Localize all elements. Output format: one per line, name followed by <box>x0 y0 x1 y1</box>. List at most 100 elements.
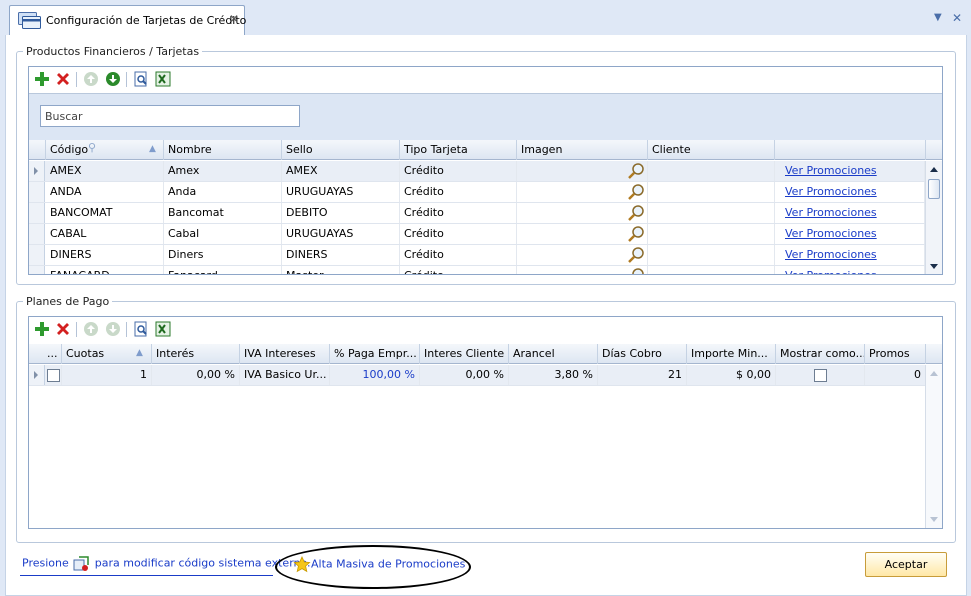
row-select-checkbox[interactable] <box>47 368 60 382</box>
ver-promociones-link[interactable]: Ver Promociones <box>775 245 925 265</box>
tab-configuracion-tarjetas[interactable]: Configuración de Tarjetas de Crédito ✕ <box>9 5 246 36</box>
table-row[interactable]: FANACARDFanacardMasterCrédito Ver Promoci… <box>29 266 925 275</box>
up-icon[interactable] <box>83 71 99 87</box>
cell-nombre[interactable]: Cabal <box>164 224 282 244</box>
plus-icon[interactable] <box>34 71 50 87</box>
delete-icon[interactable] <box>55 71 71 87</box>
search-input[interactable] <box>40 105 300 127</box>
cell-tipo-tarjeta[interactable]: Crédito <box>400 203 517 223</box>
cell-nombre[interactable]: Bancomat <box>164 203 282 223</box>
excel-export-icon[interactable] <box>155 71 171 87</box>
magnifier-icon[interactable] <box>627 183 645 201</box>
table-row[interactable]: BANCOMAT Bancomat DEBITO Crédito Ver Promoci… <box>29 203 925 224</box>
ver-promociones-link[interactable]: Ver Promociones <box>775 224 925 244</box>
alta-masiva-link[interactable]: Alta Masiva de Promociones <box>293 556 465 573</box>
header-sello[interactable]: Sello <box>282 140 400 160</box>
delete-icon[interactable] <box>55 321 71 337</box>
cell-cuotas[interactable]: 1 <box>62 365 152 385</box>
cell-nombre[interactable]: Amex <box>164 161 282 181</box>
header-nombre[interactable]: Nombre <box>164 140 282 160</box>
cell-sello[interactable]: URUGUAYAS <box>282 182 400 202</box>
ver-promociones-link[interactable]: Ver Promociones <box>775 266 925 274</box>
magnifier-icon[interactable] <box>627 204 645 222</box>
cell-codigo[interactable]: DINERS <box>46 245 164 265</box>
ver-promociones-link[interactable]: Ver Promociones <box>775 161 925 181</box>
header-promos[interactable]: Promos <box>865 344 926 364</box>
cell-sello[interactable]: URUGUAYAS <box>282 224 400 244</box>
chevron-down-icon[interactable]: ▼ <box>934 12 942 23</box>
cell-interes-cliente[interactable]: 0,00 % <box>420 365 509 385</box>
ver-promociones-link[interactable]: Ver Promociones <box>775 182 925 202</box>
scroll-up-icon[interactable] <box>930 371 938 376</box>
header-select[interactable]: ... <box>29 344 62 364</box>
header-promociones[interactable] <box>775 140 926 160</box>
scroll-up-icon[interactable] <box>930 167 938 172</box>
header-codigo[interactable]: Código ⚲ ▲ <box>46 140 164 160</box>
scroll-down-icon[interactable] <box>930 517 938 522</box>
cell-tipo-tarjeta[interactable]: Crédito <box>400 182 517 202</box>
cell-nombre[interactable]: Fanacard <box>164 266 282 274</box>
cell-codigo[interactable]: ANDA <box>46 182 164 202</box>
table-row[interactable]: ANDA Anda URUGUAYAS Crédito Ver Promociones <box>29 182 925 203</box>
close-icon[interactable]: ✕ <box>229 12 239 26</box>
ver-promociones-link[interactable]: Ver Promociones <box>775 203 925 223</box>
header-mostrar-como[interactable]: Mostrar como... <box>776 344 865 364</box>
cell-cliente[interactable] <box>648 224 775 244</box>
header-iva-intereses[interactable]: IVA Intereses <box>240 344 330 364</box>
cell-nombre[interactable]: Diners <box>164 245 282 265</box>
header-importe-minimo[interactable]: Importe Min... <box>687 344 776 364</box>
excel-export-icon[interactable] <box>155 321 171 337</box>
up-icon[interactable] <box>83 321 99 337</box>
cell-cliente[interactable] <box>648 266 775 274</box>
down-icon[interactable] <box>105 321 121 337</box>
cell-codigo[interactable]: AMEX <box>46 161 164 181</box>
down-icon[interactable] <box>105 71 121 87</box>
cell-importe-minimo[interactable]: $ 0,00 <box>687 365 776 385</box>
cell-interes[interactable]: 0,00 % <box>152 365 240 385</box>
cell-cliente[interactable] <box>648 182 775 202</box>
filter-icon[interactable]: ⚲ <box>88 140 96 157</box>
header-cliente[interactable]: Cliente <box>648 140 775 160</box>
cell-cliente[interactable] <box>648 161 775 181</box>
print-preview-icon[interactable] <box>133 71 149 87</box>
cell-codigo[interactable]: CABAL <box>46 224 164 244</box>
table-row[interactable]: DINERS Diners DINERS Crédito Ver Promociones <box>29 245 925 266</box>
cell-codigo[interactable]: FANACARD <box>46 266 164 274</box>
plus-icon[interactable] <box>34 321 50 337</box>
header-tipo-tarjeta[interactable]: Tipo Tarjeta <box>400 140 517 160</box>
close-window-icon[interactable]: ✕ <box>952 11 962 25</box>
cell-sello[interactable]: DEBITO <box>282 203 400 223</box>
scroll-thumb[interactable] <box>928 179 940 199</box>
cell-dias-cobro[interactable]: 21 <box>598 365 687 385</box>
cell-sello[interactable]: AMEX <box>282 161 400 181</box>
cell-tipo-tarjeta[interactable]: Crédito <box>400 224 517 244</box>
cell-sello[interactable]: Master <box>282 266 400 274</box>
magnifier-icon[interactable] <box>627 162 645 180</box>
accept-button[interactable]: Aceptar <box>865 552 947 577</box>
cell-promos[interactable]: 0 <box>865 365 926 385</box>
cell-tipo-tarjeta[interactable]: Crédito <box>400 245 517 265</box>
header-arancel[interactable]: Arancel <box>509 344 598 364</box>
cell-paga-empresa[interactable]: 100,00 % <box>330 365 420 385</box>
scroll-down-icon[interactable] <box>930 264 938 269</box>
cell-cliente[interactable] <box>648 203 775 223</box>
header-interes-cliente[interactable]: Interes Cliente <box>420 344 509 364</box>
cell-tipo-tarjeta[interactable]: Crédito <box>400 266 517 274</box>
mostrar-como-checkbox[interactable] <box>813 368 827 382</box>
table-row[interactable]: 1 0,00 % IVA Basico Ur... 100,00 % 0,00 … <box>29 365 926 386</box>
cell-iva-intereses[interactable]: IVA Basico Ur... <box>240 365 330 385</box>
magnifier-icon[interactable] <box>627 267 645 275</box>
header-imagen[interactable]: Imagen <box>517 140 648 160</box>
cell-nombre[interactable]: Anda <box>164 182 282 202</box>
products-scrollbar[interactable] <box>925 161 942 274</box>
magnifier-icon[interactable] <box>627 246 645 264</box>
print-preview-icon[interactable] <box>133 321 149 337</box>
table-row[interactable]: CABAL Cabal URUGUAYAS Crédito Ver Promocione… <box>29 224 925 245</box>
cell-arancel[interactable]: 3,80 % <box>509 365 598 385</box>
cell-codigo[interactable]: BANCOMAT <box>46 203 164 223</box>
header-interes[interactable]: Interés <box>152 344 240 364</box>
header-paga-empresa[interactable]: % Paga Empr... <box>330 344 420 364</box>
table-row[interactable]: AMEX Amex AMEX Crédito Ver Promociones <box>29 161 925 182</box>
cell-sello[interactable]: DINERS <box>282 245 400 265</box>
magnifier-icon[interactable] <box>627 225 645 243</box>
